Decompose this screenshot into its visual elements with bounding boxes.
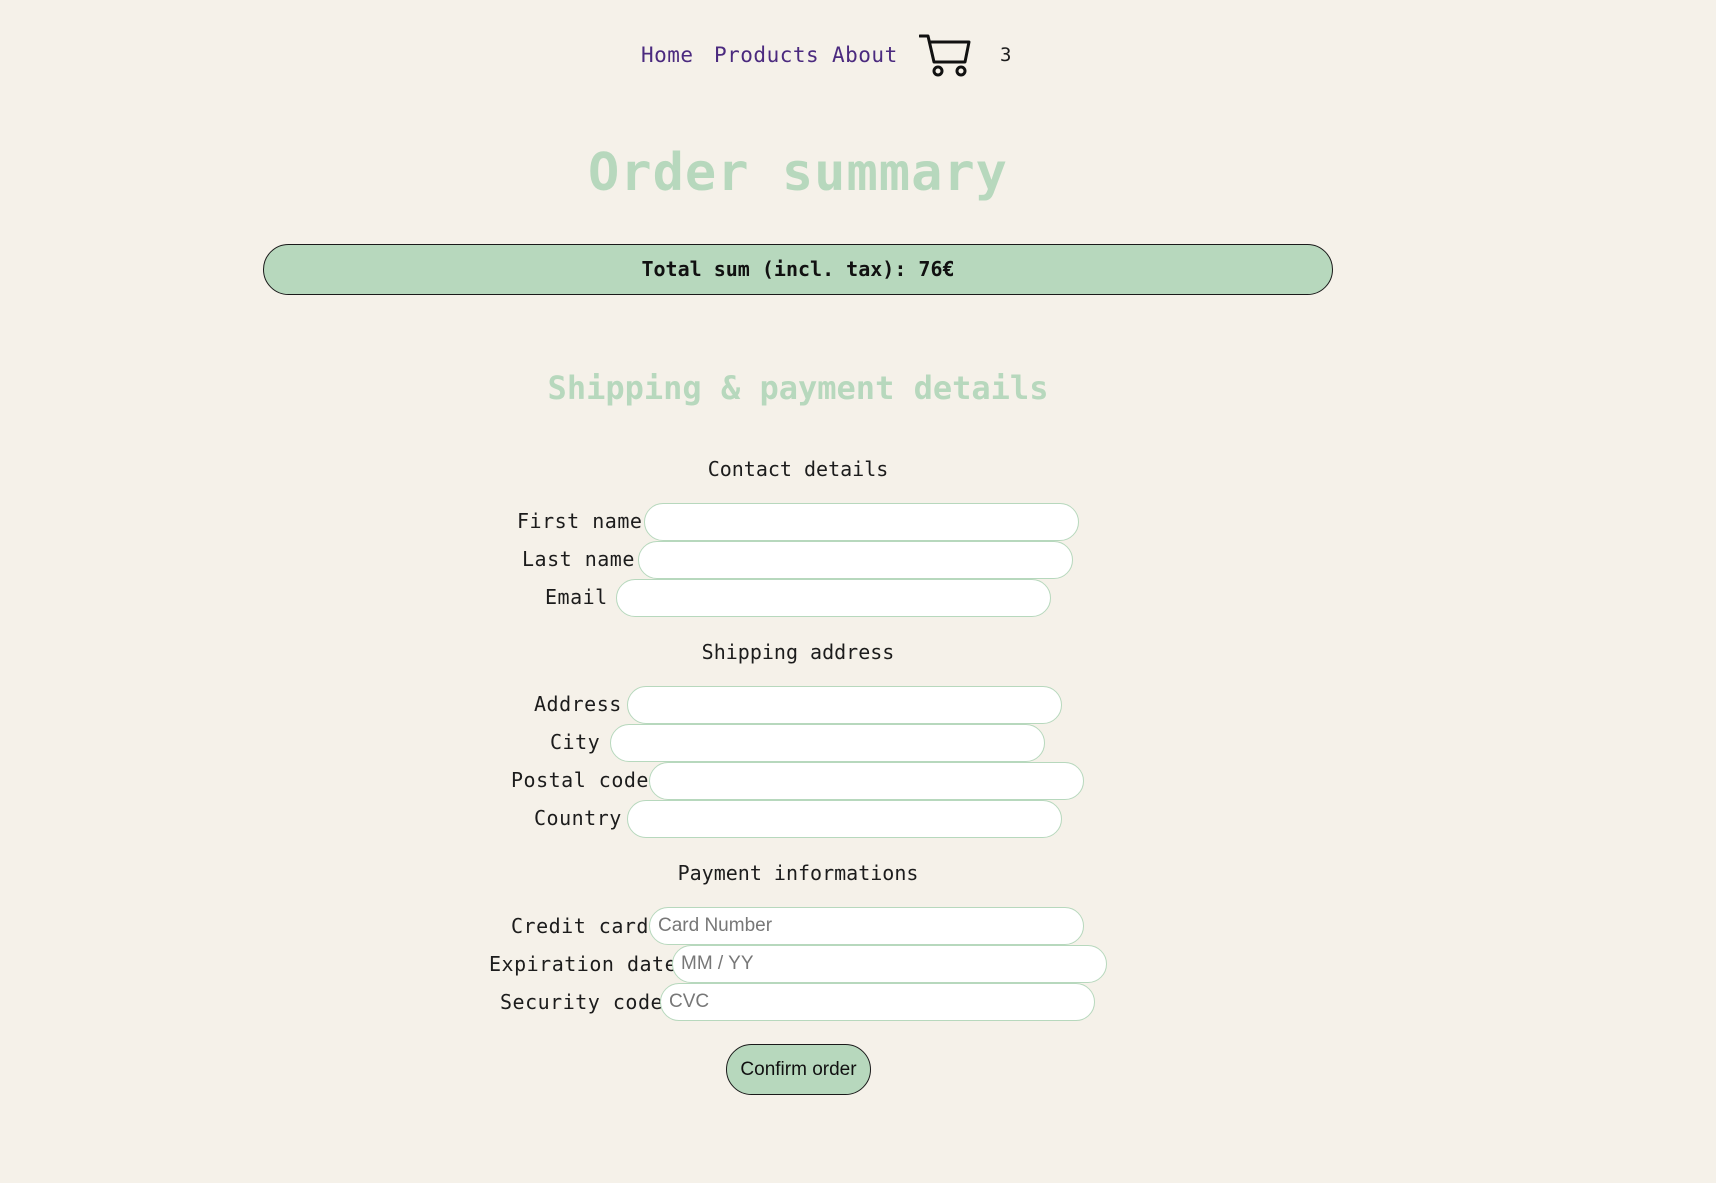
last-name-label: Last name — [522, 547, 635, 571]
credit-card-label: Credit card — [511, 914, 649, 938]
credit-card-field[interactable] — [649, 907, 1084, 945]
confirm-order-button[interactable]: Confirm order — [726, 1044, 871, 1095]
shopping-cart-icon[interactable] — [919, 32, 971, 78]
expiration-date-field[interactable] — [672, 945, 1107, 983]
first-name-field[interactable] — [644, 503, 1079, 541]
address-label: Address — [534, 692, 622, 716]
top-nav: Home Products About 3 — [0, 28, 1716, 88]
first-name-label: First name — [517, 509, 643, 533]
country-field[interactable] — [627, 800, 1062, 838]
contact-details-heading: Contact details — [707, 457, 889, 481]
postal-code-field[interactable] — [649, 762, 1084, 800]
security-code-label: Security code — [500, 990, 664, 1014]
nav-link-about[interactable]: About — [832, 43, 898, 67]
shipping-address-heading: Shipping address — [701, 640, 895, 664]
nav-link-products[interactable]: Products — [714, 43, 819, 67]
city-field[interactable] — [610, 724, 1045, 762]
page-title: Order summary — [588, 143, 1008, 203]
email-label: Email — [545, 585, 608, 609]
last-name-field[interactable] — [638, 541, 1073, 579]
address-field[interactable] — [627, 686, 1062, 724]
total-sum-bar: Total sum (incl. tax): 76€ — [263, 244, 1333, 295]
details-title: Shipping & payment details — [547, 369, 1049, 407]
cart-count-badge: 3 — [1000, 44, 1012, 66]
country-label: Country — [534, 806, 622, 830]
city-label: City — [550, 730, 601, 754]
security-code-field[interactable] — [660, 983, 1095, 1021]
nav-link-home[interactable]: Home — [641, 43, 694, 67]
expiration-date-label: Expiration date — [489, 952, 678, 976]
postal-code-label: Postal code — [511, 768, 649, 792]
payment-informations-heading: Payment informations — [677, 861, 919, 885]
email-field[interactable] — [616, 579, 1051, 617]
